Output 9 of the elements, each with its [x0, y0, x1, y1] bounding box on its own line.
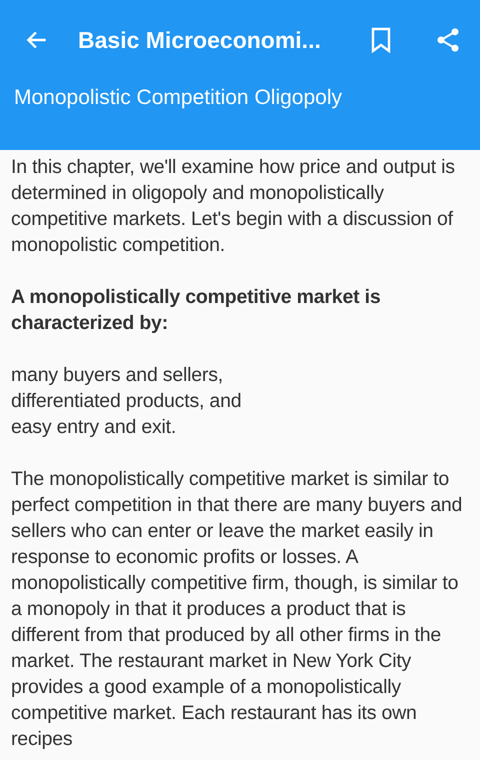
body-paragraph: The monopolistically competitive market is similar to perfect competition in that there are many buyers and sellers who can enter or leave the market easily in response to economic profits or losses. A monopolistically competitive firm, though, is similar to a monopoly in that it produces a product that is different from that produced by all other firms in the market. The restaurant market in New York City provides a good example of a monopolistically competitive market. Each restaurant has its own recipes: [11, 467, 464, 752]
app-title: Basic Microeconomi...: [78, 26, 322, 55]
bookmark-icon: [370, 27, 392, 53]
list-line: many buyers and sellers,: [11, 363, 224, 388]
chapter-subtitle: Monopolistic Competition Oligopoly: [14, 85, 343, 111]
list-line: differentiated products, and: [11, 389, 242, 414]
list-line: easy entry and exit.: [11, 415, 178, 440]
section-heading: A monopolistically competitive market is characterized by:: [11, 285, 382, 336]
body-paragraph: In this chapter, we'll examine how price and output is determined in oligopoly and monopolistically competitive markets. Let's begin with a discussion of monopolistic competition.: [11, 155, 456, 258]
